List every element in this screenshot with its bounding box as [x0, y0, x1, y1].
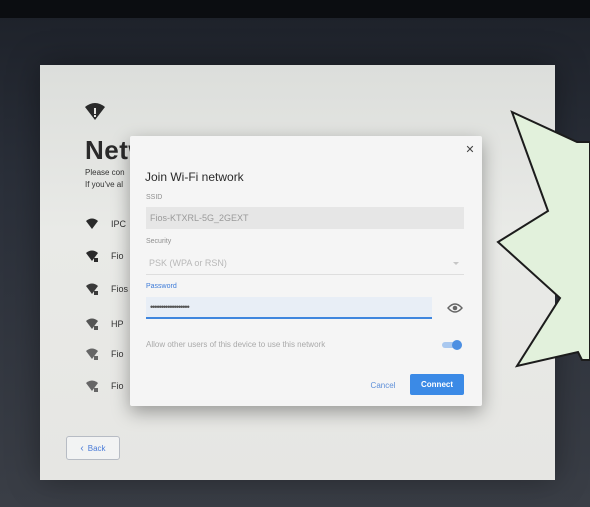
network-name: HP: [111, 319, 124, 329]
network-name: Fios: [111, 284, 129, 294]
chevron-down-icon: [453, 262, 459, 265]
password-input[interactable]: ••••••••••••••••••: [146, 297, 432, 319]
ssid-field[interactable]: Fios-KTXRL-5G_2GEXT: [146, 207, 464, 229]
wifi-lock-icon: [86, 380, 98, 392]
connect-button[interactable]: Connect: [410, 374, 464, 395]
chevron-left-icon: ‹: [80, 442, 84, 454]
wifi-lock-icon: [86, 318, 98, 330]
wifi-lock-icon: [86, 250, 98, 262]
back-label: Back: [87, 443, 106, 453]
toggle-knob: [452, 340, 462, 350]
network-name: IPC: [111, 219, 127, 229]
share-network-label: Allow other users of this device to use …: [146, 340, 326, 349]
ssid-label: SSID: [146, 194, 163, 201]
wifi-lock-icon: [86, 283, 98, 295]
wifi-icon: [85, 103, 105, 120]
close-icon[interactable]: ✕: [463, 143, 477, 157]
back-button[interactable]: ‹ Back: [66, 436, 120, 460]
wifi-lock-icon: [86, 348, 98, 360]
dialog-title: Join Wi-Fi network: [145, 170, 244, 184]
password-label: Password: [146, 283, 177, 290]
network-name: Fio: [111, 381, 124, 391]
wifi-signal-icon: [86, 218, 98, 229]
cancel-button[interactable]: Cancel: [365, 377, 401, 393]
security-label: Security: [146, 238, 172, 245]
show-password-icon[interactable]: [447, 302, 463, 314]
intro-text: Please con: [85, 168, 125, 177]
network-name: Fio: [111, 251, 124, 261]
share-network-toggle[interactable]: [442, 340, 462, 350]
security-select[interactable]: PSK (WPA or RSN): [146, 251, 464, 275]
intro-text: If you've al: [85, 180, 123, 189]
network-name: Fio: [111, 349, 124, 359]
